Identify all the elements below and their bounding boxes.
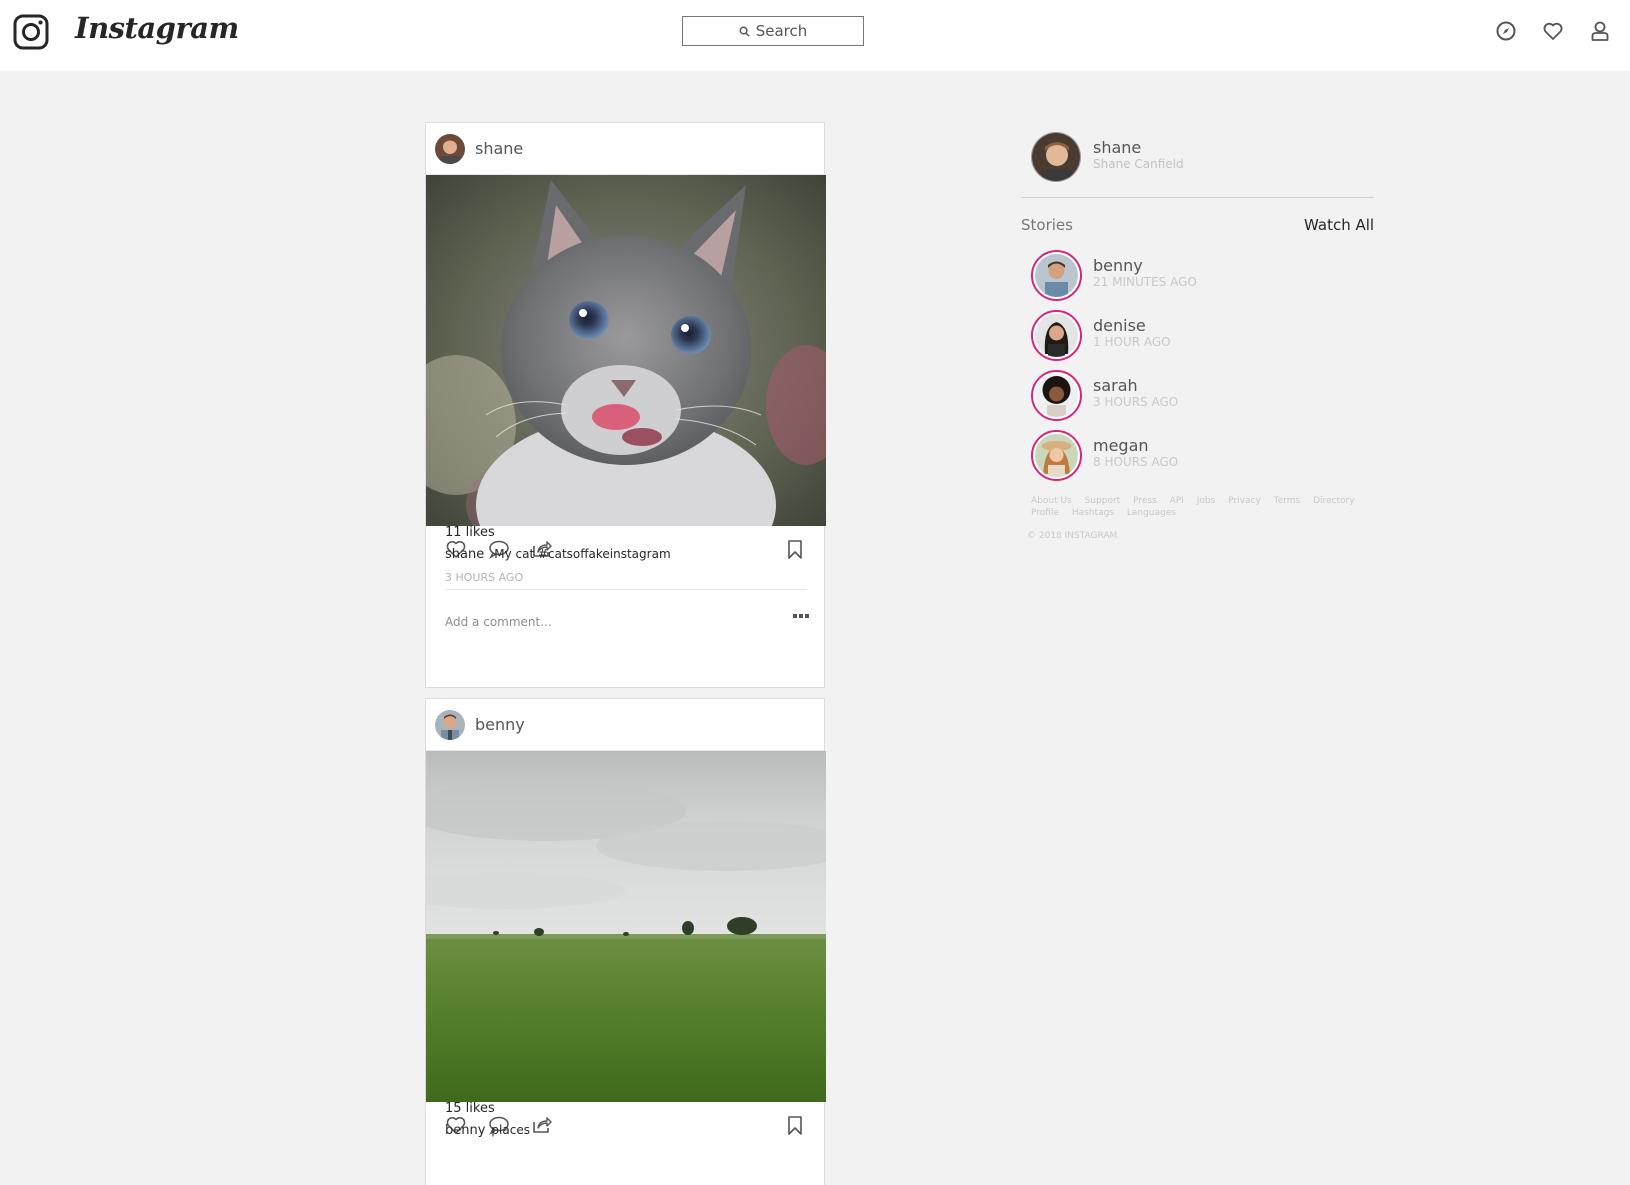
footer-link-support[interactable]: Support (1085, 496, 1121, 506)
add-comment-input[interactable]: Add a comment... (445, 615, 745, 629)
footer-link-terms[interactable]: Terms (1274, 496, 1301, 506)
post-caption: benny places (445, 1123, 530, 1138)
caption-text: places (491, 1123, 530, 1137)
compass-icon[interactable] (1494, 19, 1518, 43)
story-username: sarah (1093, 376, 1138, 395)
likes-count[interactable]: 15 likes (445, 1101, 495, 1116)
story-username: benny (1093, 256, 1143, 275)
story-avatar (1031, 370, 1082, 421)
heart-icon[interactable] (1541, 19, 1565, 43)
post-header: shane (426, 123, 824, 175)
sidebar-divider (1021, 197, 1374, 198)
instagram-logo-icon[interactable] (13, 14, 49, 50)
post-caption: shane My cat #catsoffakeinstagram (445, 547, 671, 562)
kitten-photo[interactable] (426, 175, 826, 526)
post-details: 15 likes benny places (426, 1101, 826, 1183)
search-icon (739, 26, 750, 37)
search-placeholder: Search (755, 22, 808, 40)
avatar[interactable] (435, 709, 465, 740)
footer-link-profile[interactable]: Profile (1031, 508, 1059, 518)
caption-username[interactable]: shane (445, 547, 484, 562)
post-username[interactable]: shane (475, 139, 523, 158)
post-details: 11 likes shane My cat #catsoffakeinstagra… (426, 525, 826, 689)
post-card: shane 11 likes shane My cat #catsoffakei… (425, 122, 826, 689)
story-item[interactable]: sarah 3 HOURS AGO (1031, 370, 1331, 422)
current-username[interactable]: shane (1093, 138, 1141, 157)
footer-link-jobs[interactable]: Jobs (1197, 496, 1216, 506)
story-item[interactable]: megan 8 HOURS AGO (1031, 430, 1331, 482)
story-item[interactable]: benny 21 MINUTES AGO (1031, 250, 1331, 302)
story-avatar (1031, 430, 1082, 481)
footer-link-languages[interactable]: Languages (1127, 508, 1176, 518)
story-time: 1 HOUR AGO (1093, 335, 1171, 349)
post-card: benny 15 likes benny places (425, 698, 826, 1185)
current-user-avatar[interactable] (1031, 132, 1081, 182)
footer-link-privacy[interactable]: Privacy (1228, 496, 1261, 506)
search-input[interactable]: Search (682, 16, 864, 46)
copyright-text: © 2018 INSTAGRAM (1027, 531, 1118, 541)
story-time: 21 MINUTES AGO (1093, 275, 1197, 289)
footer-link-directory[interactable]: Directory (1313, 496, 1354, 506)
story-username: megan (1093, 436, 1149, 455)
footer-links: About Us Support Press API Jobs Privacy … (1031, 495, 1371, 519)
likes-count[interactable]: 11 likes (445, 525, 495, 540)
story-item[interactable]: denise 1 HOUR AGO (1031, 310, 1331, 362)
story-time: 8 HOURS AGO (1093, 455, 1179, 469)
more-options-icon[interactable] (793, 612, 809, 620)
post-timestamp: 3 HOURS AGO (445, 571, 524, 584)
instagram-wordmark[interactable]: Instagram (75, 11, 239, 45)
field-landscape-photo[interactable] (426, 751, 826, 1102)
post-username[interactable]: benny (475, 715, 525, 734)
caption-username[interactable]: benny (445, 1123, 485, 1138)
user-icon[interactable] (1588, 19, 1612, 43)
post-divider (445, 589, 807, 590)
stories-heading: Stories (1021, 216, 1073, 234)
story-avatar (1031, 310, 1082, 361)
post-header: benny (426, 699, 824, 751)
top-navigation-bar: Instagram Search (0, 0, 1630, 71)
story-time: 3 HOURS AGO (1093, 395, 1179, 409)
current-user-fullname: Shane Canfield (1093, 157, 1184, 171)
avatar[interactable] (435, 133, 465, 164)
footer-link-about-us[interactable]: About Us (1031, 496, 1072, 506)
footer-link-api[interactable]: API (1170, 496, 1184, 506)
footer-link-press[interactable]: Press (1133, 496, 1157, 506)
caption-text: My cat #catsoffakeinstagram (494, 547, 671, 561)
story-avatar (1031, 250, 1082, 301)
story-username: denise (1093, 316, 1146, 335)
watch-all-link[interactable]: Watch All (1304, 216, 1374, 234)
footer-link-hashtags[interactable]: Hashtags (1072, 508, 1114, 518)
